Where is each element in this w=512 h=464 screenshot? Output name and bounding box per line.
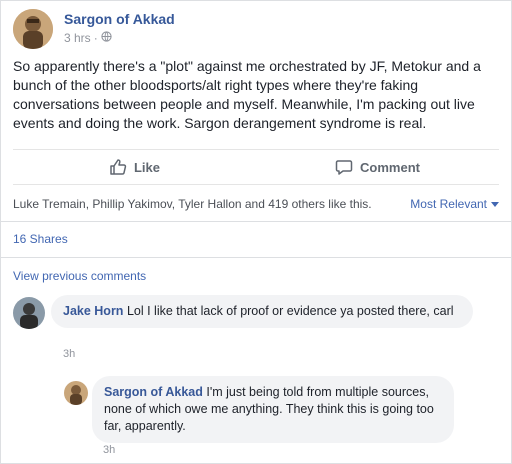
sort-label: Most Relevant <box>410 197 487 211</box>
like-label: Like <box>133 159 160 175</box>
caret-down-icon <box>491 197 499 211</box>
post-body-text: So apparently there's a "plot" against m… <box>13 58 481 131</box>
divider <box>1 221 511 222</box>
shares-link[interactable]: 16 Shares <box>13 232 68 246</box>
reply-bubble: Sargon of Akkad I'm just being told from… <box>92 376 454 443</box>
thumbs-up-icon <box>109 158 127 176</box>
post-action-bar: Like Comment <box>13 149 499 185</box>
comment-bubble: Jake Horn Lol I like that lack of proof … <box>51 295 473 328</box>
facebook-post: Sargon of Akkad 3 hrs · So apparently th… <box>0 0 512 464</box>
post-meta: 3 hrs · <box>64 31 112 45</box>
comment-button[interactable]: Comment <box>256 150 499 184</box>
divider <box>1 257 511 258</box>
author-avatar[interactable] <box>13 9 53 49</box>
globe-icon[interactable] <box>101 31 112 45</box>
sort-comments-dropdown[interactable]: Most Relevant <box>410 197 499 211</box>
reply-timestamp[interactable]: 3h <box>103 444 115 456</box>
view-previous-comments-link[interactable]: View previous comments <box>13 269 146 283</box>
post-author-name[interactable]: Sargon of Akkad <box>64 11 175 27</box>
post-timestamp[interactable]: 3 hrs <box>64 31 91 45</box>
comment-label: Comment <box>360 159 420 175</box>
likes-summary[interactable]: Luke Tremain, Phillip Yakimov, Tyler Hal… <box>13 197 372 211</box>
reply-avatar[interactable] <box>64 381 88 405</box>
comment-text: Lol I like that lack of proof or evidenc… <box>126 304 454 318</box>
reply-author[interactable]: Sargon of Akkad <box>104 385 203 399</box>
commenter-avatar[interactable] <box>13 297 45 329</box>
comment-bubble-icon <box>335 158 353 176</box>
comment-author[interactable]: Jake Horn <box>63 304 123 318</box>
likes-row: Luke Tremain, Phillip Yakimov, Tyler Hal… <box>13 197 499 211</box>
comment-timestamp[interactable]: 3h <box>63 348 75 360</box>
like-button[interactable]: Like <box>13 150 256 184</box>
